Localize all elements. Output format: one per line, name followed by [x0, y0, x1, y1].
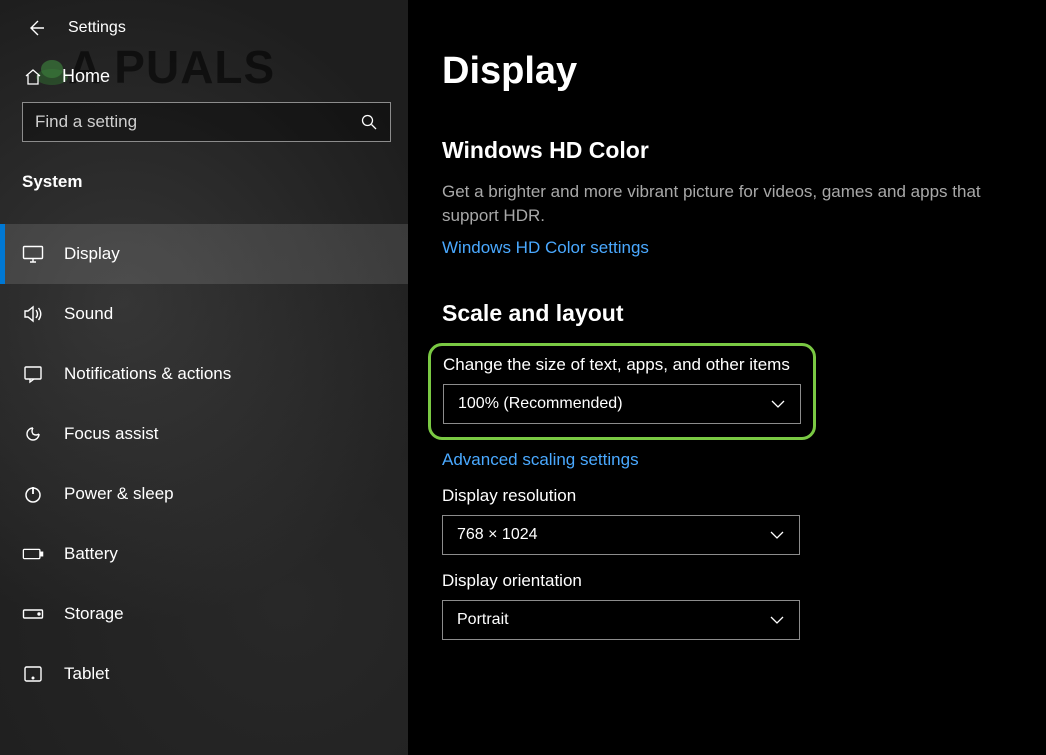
display-icon	[22, 245, 44, 263]
power-icon	[22, 484, 44, 504]
text-size-label: Change the size of text, apps, and other…	[443, 355, 801, 375]
sidebar: A PUALS Settings Home System Display	[0, 0, 408, 755]
hd-color-heading: Windows HD Color	[442, 137, 1024, 164]
page-title: Display	[442, 50, 1024, 93]
search-box[interactable]	[22, 102, 391, 142]
tablet-icon	[22, 665, 44, 683]
orientation-value: Portrait	[457, 611, 509, 629]
nav-label: Power & sleep	[64, 484, 174, 504]
chevron-down-icon	[769, 530, 785, 540]
highlight-annotation: Change the size of text, apps, and other…	[428, 343, 816, 440]
orientation-dropdown[interactable]: Portrait	[442, 600, 800, 640]
nav-label: Battery	[64, 544, 118, 564]
sidebar-item-storage[interactable]: Storage	[0, 584, 408, 644]
home-icon	[22, 67, 44, 87]
main-panel: Display Windows HD Color Get a brighter …	[408, 0, 1046, 755]
sound-icon	[22, 304, 44, 324]
chevron-down-icon	[770, 399, 786, 409]
hd-color-settings-link[interactable]: Windows HD Color settings	[442, 238, 649, 258]
sidebar-item-battery[interactable]: Battery	[0, 524, 408, 584]
sidebar-item-sound[interactable]: Sound	[0, 284, 408, 344]
sidebar-item-notifications[interactable]: Notifications & actions	[0, 344, 408, 404]
advanced-scaling-link[interactable]: Advanced scaling settings	[442, 450, 639, 470]
sidebar-item-power-sleep[interactable]: Power & sleep	[0, 464, 408, 524]
scale-layout-heading: Scale and layout	[442, 300, 1024, 327]
back-arrow-icon[interactable]	[26, 18, 46, 38]
nav-label: Storage	[64, 604, 124, 624]
nav-list: Display Sound Notifications & actions Fo…	[0, 206, 408, 704]
sidebar-item-focus-assist[interactable]: Focus assist	[0, 404, 408, 464]
hd-color-desc: Get a brighter and more vibrant picture …	[442, 180, 1002, 228]
storage-icon	[22, 608, 44, 620]
resolution-value: 768 × 1024	[457, 526, 538, 544]
home-label: Home	[62, 66, 110, 87]
home-nav[interactable]: Home	[0, 52, 408, 102]
sidebar-item-tablet[interactable]: Tablet	[0, 644, 408, 704]
focus-assist-icon	[22, 424, 44, 444]
notifications-icon	[22, 364, 44, 384]
category-label: System	[0, 160, 408, 206]
chevron-down-icon	[769, 615, 785, 625]
text-size-dropdown[interactable]: 100% (Recommended)	[443, 384, 801, 424]
resolution-label: Display resolution	[442, 486, 1024, 506]
nav-label: Sound	[64, 304, 113, 324]
window-title: Settings	[68, 19, 126, 37]
nav-label: Focus assist	[64, 424, 158, 444]
title-bar: Settings	[0, 12, 408, 52]
nav-label: Display	[64, 244, 120, 264]
text-size-value: 100% (Recommended)	[458, 395, 623, 413]
search-icon	[360, 113, 378, 131]
nav-label: Tablet	[64, 664, 109, 684]
sidebar-item-display[interactable]: Display	[0, 224, 408, 284]
resolution-dropdown[interactable]: 768 × 1024	[442, 515, 800, 555]
search-input[interactable]	[35, 112, 360, 132]
orientation-label: Display orientation	[442, 571, 1024, 591]
battery-icon	[22, 547, 44, 561]
nav-label: Notifications & actions	[64, 364, 231, 384]
